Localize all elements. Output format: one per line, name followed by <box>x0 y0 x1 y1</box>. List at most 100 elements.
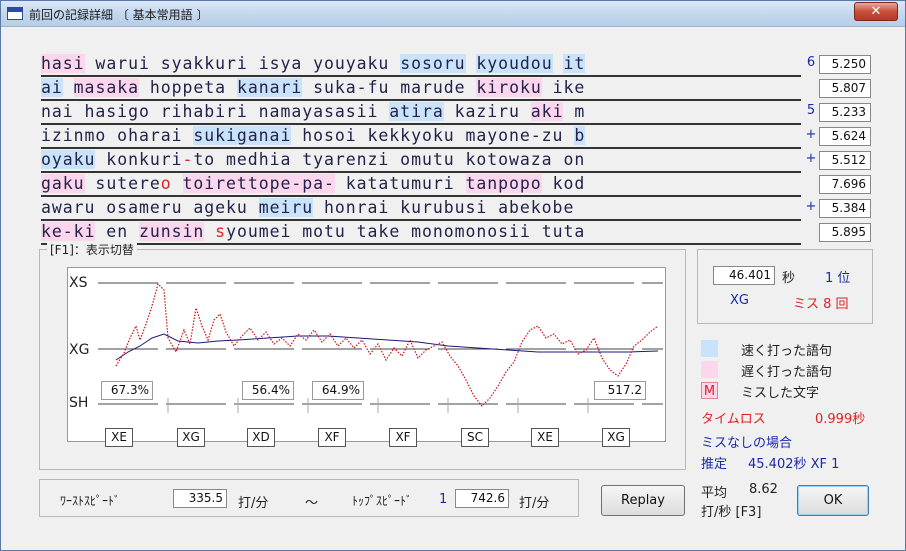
word-row-text: gaku sutereo toirettope-pa- katatumuri t… <box>41 174 585 193</box>
row-flag: + <box>805 151 817 166</box>
slow-word: toirettope-pa- <box>182 174 335 193</box>
y-label-bottom: SH <box>69 395 89 411</box>
word-row-text: izinmo oharai sukiganai hosoi kekkyoku m… <box>41 126 586 145</box>
average-unit: 打/秒 [F3] <box>701 505 762 520</box>
fast-swatch <box>701 340 718 357</box>
section-grade-box: XE <box>531 428 559 447</box>
section-grade-box: XG <box>602 428 630 447</box>
miss-char: o <box>160 174 172 193</box>
no-miss-label: ミスなしの場合 <box>701 436 793 451</box>
word-text <box>466 54 477 73</box>
worst-speed-label: ﾜｰｽﾄｽﾋﾟｰﾄﾞ <box>60 494 121 508</box>
miss-count: ミス 8 回 <box>793 297 849 312</box>
fast-word: ai <box>41 78 63 97</box>
word-text: hosoi kekkyoku mayone-zu <box>291 126 575 145</box>
word-row-text: ke-ki en zunsin syoumei motu take monomo… <box>41 222 585 241</box>
app-icon <box>7 7 23 20</box>
time-loss-label: タイムロス <box>701 412 766 427</box>
word-text <box>553 54 564 73</box>
slow-word: tanpopo <box>465 174 542 193</box>
miss-char: - <box>182 150 194 169</box>
time-loss-value: 0.999秒 <box>815 412 866 427</box>
word-row: gaku sutereo toirettope-pa- katatumuri t… <box>41 173 801 197</box>
word-text <box>63 78 74 97</box>
record-detail-window: 前回の記録詳細 〔 基本常用語 〕 ✕ hasi warui syakkuri … <box>0 0 906 551</box>
word-row: ke-ki en zunsin syoumei motu take monomo… <box>41 221 801 245</box>
row-time-box: 5.895 <box>819 223 871 242</box>
row-flag: + <box>805 127 817 142</box>
slow-word: hasi <box>41 54 85 73</box>
total-time-box: 46.401 <box>713 266 775 285</box>
word-text: konkuri <box>95 150 183 169</box>
fast-legend: 速く打った語句 <box>741 344 833 359</box>
replay-button[interactable]: Replay <box>601 485 685 516</box>
row-time-box: 5.624 <box>819 127 871 146</box>
row-flag: + <box>805 199 817 214</box>
close-button[interactable]: ✕ <box>854 2 898 21</box>
fast-word: kanari <box>236 78 303 97</box>
graph-toggle-label[interactable]: [F1]：表示切替 <box>47 241 137 258</box>
word-speed-line <box>115 282 659 407</box>
word-text: ike <box>541 78 586 97</box>
result-grade: XG <box>730 293 749 308</box>
estimate-label: 推定 <box>701 457 728 472</box>
ok-button[interactable]: OK <box>797 485 869 516</box>
word-text: honrai kurubusi abekobe <box>313 198 575 217</box>
row-time-box: 5.233 <box>819 103 871 122</box>
row-time-box: 5.512 <box>819 151 871 170</box>
word-row: hasi warui syakkuri isya youyaku sosoru … <box>41 53 801 77</box>
miss-swatch: M <box>701 382 718 399</box>
tilde: ～ <box>305 496 319 511</box>
row-time-box: 5.384 <box>819 199 871 218</box>
word-row-text: oyaku konkuri-to medhia tyarenzi omutu k… <box>41 150 585 169</box>
speed-graph-svg <box>98 282 663 413</box>
word-row: izinmo oharai sukiganai hosoi kekkyoku m… <box>41 125 801 149</box>
word-row-text: awaru osameru ageku meiru honrai kurubus… <box>41 198 574 217</box>
seconds-unit: 秒 <box>782 271 796 286</box>
client-area: hasi warui syakkuri isya youyaku sosoru … <box>7 31 899 546</box>
top-speed-box: 742.6 <box>455 489 509 508</box>
word-text: to medhia tyarenzi omutu kotowaza on <box>193 150 586 169</box>
word-text: warui syakkuri isya youyaku <box>84 54 401 73</box>
slow-swatch <box>701 361 718 378</box>
result-panel <box>697 249 873 324</box>
y-label-top: XS <box>69 275 88 291</box>
top-speed-label: ﾄｯﾌﾟｽﾋﾟｰﾄﾞ <box>352 494 413 508</box>
row-time-box: 5.807 <box>819 79 871 98</box>
row-time-box: 5.250 <box>819 55 871 74</box>
typed-words-list: hasi warui syakkuri isya youyaku sosoru … <box>41 53 801 245</box>
word-text: katatumuri <box>334 174 466 193</box>
average-speed-line <box>115 333 659 361</box>
word-text: izinmo oharai <box>41 126 194 145</box>
average-label: 平均 <box>701 486 728 501</box>
section-grade-box: XG <box>177 428 205 447</box>
top-speed-index: 1 <box>439 492 448 507</box>
word-row: awaru osameru ageku meiru honrai kurubus… <box>41 197 801 221</box>
miss-char: s <box>215 222 227 241</box>
estimate-value: 45.402秒 XF 1 <box>748 457 840 472</box>
fast-word: b <box>574 126 586 145</box>
graph-percent-box: 64.9% <box>312 381 364 400</box>
row-flag: 6 <box>806 55 816 70</box>
word-text: m <box>563 102 586 121</box>
slow-word: aki <box>530 102 564 121</box>
fast-word: kyoudou <box>476 54 553 73</box>
slow-word: ke-ki <box>41 222 96 241</box>
word-text: hoppeta <box>138 78 237 97</box>
title-bar[interactable]: 前回の記録詳細 〔 基本常用語 〕 ✕ <box>1 1 905 27</box>
slow-legend: 遅く打った語句 <box>741 365 833 380</box>
rank: 1 位 <box>825 271 851 286</box>
window-title: 前回の記録詳細 〔 基本常用語 〕 <box>29 8 209 22</box>
word-text: sutere <box>84 174 161 193</box>
word-text <box>204 222 215 241</box>
slow-word: masaka <box>73 78 139 97</box>
worst-speed-unit: 打/分 <box>238 496 269 511</box>
word-row: oyaku konkuri-to medhia tyarenzi omutu k… <box>41 149 801 173</box>
word-text: nai hasigo rihabiri namayasasii <box>41 102 390 121</box>
speed-graph <box>67 267 666 442</box>
section-grade-box: XF <box>389 428 417 447</box>
word-row: ai masaka hoppeta kanari suka-fu marude … <box>41 77 801 101</box>
word-text: kod <box>541 174 586 193</box>
fast-word: sukiganai <box>193 126 292 145</box>
graph-percent-box: 517.2 <box>594 381 646 400</box>
